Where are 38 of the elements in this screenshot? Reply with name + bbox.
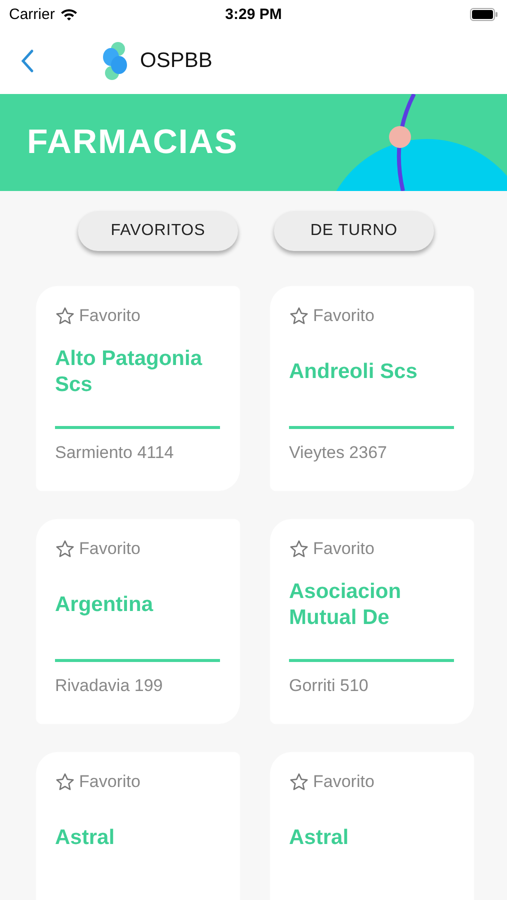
filter-button[interactable]: FAVORITOS [78,211,238,251]
page-title: FARMACIAS [27,123,238,162]
pharmacy-address: Vieytes 2367 [289,443,388,463]
pharmacy-card[interactable]: Favorito Alto Patagonia Scs Sarmiento 4114 [36,286,240,491]
star-icon[interactable] [55,772,75,792]
star-icon[interactable] [289,772,309,792]
favorite-label: Favorito [79,539,140,559]
pharmacy-card[interactable]: Favorito Argentina Rivadavia 199 [36,519,240,724]
pharmacy-card[interactable]: Favorito Andreoli Scs Vieytes 2367 [270,286,474,491]
back-icon[interactable] [20,49,34,73]
star-icon[interactable] [289,539,309,559]
pharmacy-name: Asociacion Mutual De [289,579,402,631]
pharmacy-card[interactable]: Favorito Astral [36,752,240,900]
pharmacy-address: Sarmiento 4114 [55,443,175,463]
favorite-label: Favorito [313,539,374,559]
favorite-label: Favorito [79,772,140,792]
pharmacy-name: Argentina [55,592,154,618]
battery-icon [470,8,498,20]
favorite-label: Favorito [313,306,374,326]
wifi-icon [60,8,78,20]
star-icon[interactable] [289,306,309,326]
pharmacy-name: Alto Patagonia Scs [55,346,204,398]
pharmacy-name: Astral [55,825,115,851]
status-time: 3:29 PM [224,6,283,22]
filter-button[interactable]: DE TURNO [274,211,434,251]
pharmacy-card[interactable]: Favorito Asociacion Mutual De Gorriti 510 [270,519,474,724]
pharmacy-name: Astral [289,825,349,851]
pharmacy-address: Gorriti 510 [289,676,370,696]
app-title: OSPBB [140,49,212,73]
star-icon[interactable] [55,539,75,559]
carrier-label: Carrier [9,6,55,22]
favorite-label: Favorito [313,772,374,792]
logo-icon [102,42,128,80]
star-icon[interactable] [55,306,75,326]
favorite-label: Favorito [79,306,140,326]
pharmacy-address: Rivadavia 199 [55,676,164,696]
pharmacy-card[interactable]: Favorito Astral [270,752,474,900]
pharmacy-name: Andreoli Scs [289,359,418,385]
